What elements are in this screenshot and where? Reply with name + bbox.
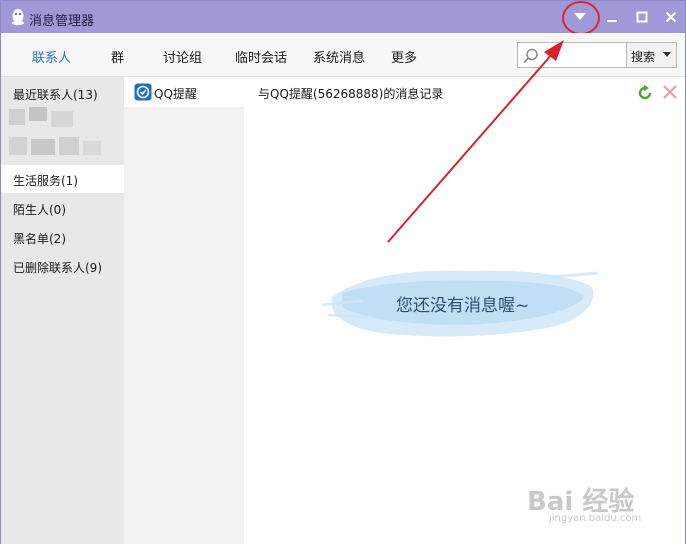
tab-groups[interactable]: 群 [111,47,124,66]
search-input[interactable] [517,42,627,68]
tab-discussion-groups[interactable]: 讨论组 [163,47,202,66]
refresh-icon[interactable] [636,84,654,102]
search-button-label: 搜索 [631,50,656,64]
baidu-watermark: Bai 经验 jingyan.baidu.com [527,481,667,527]
message-record-title: 与QQ提醒(56268888)的消息记录 [258,87,444,101]
sidebar-item-deleted-contacts[interactable]: 已删除联系人(9) [1,252,124,280]
sidebar-item-label: 已删除联系人(9) [13,261,102,275]
blurred-contacts [1,103,124,167]
maximize-button[interactable] [629,5,655,29]
tab-system-messages[interactable]: 系统消息 [313,47,365,66]
sidebar-item-blacklist[interactable]: 黑名单(2) [1,223,124,251]
tab-bar: 联系人 群 讨论组 临时会话 系统消息 更多 搜索 [1,33,685,77]
qq-reminder-icon [134,83,152,101]
qq-penguin-icon [12,9,24,26]
minimize-icon [607,20,617,22]
close-button[interactable] [658,5,684,29]
tab-temporary-sessions[interactable]: 临时会话 [235,47,287,66]
list-item[interactable]: QQ提醒 [124,77,244,107]
chevron-down-icon[interactable] [663,52,671,57]
message-manager-window: 消息管理器 联系人 群 讨论组 临时会话 系统消息 更多 搜索 最近联系人(13… [0,0,686,544]
contact-name: QQ提醒 [154,87,197,101]
annotation-highlight-circle [562,1,600,35]
category-sidebar: 最近联系人(13) 生活服务(1) 陌生人(0) 黑名单(2) 已删除联系人(9… [1,77,124,544]
tab-more[interactable]: 更多 [391,47,417,66]
sidebar-item-strangers[interactable]: 陌生人(0) [1,194,124,222]
watermark-subtext: jingyan.baidu.com [549,513,642,524]
tab-contacts[interactable]: 联系人 [32,47,71,66]
window-title: 消息管理器 [29,14,95,29]
search-button[interactable]: 搜索 [627,42,677,68]
sidebar-item-label: 陌生人(0) [13,203,66,217]
message-panel: 与QQ提醒(56268888)的消息记录 您还没有消息喔~ [244,77,685,544]
delete-icon[interactable] [662,84,678,100]
sidebar-item-label: 生活服务(1) [13,174,78,188]
empty-state-message: 您还没有消息喔~ [396,296,530,316]
title-bar[interactable]: 消息管理器 [1,1,685,35]
search-icon [523,48,538,64]
sidebar-item-label: 最近联系人(13) [13,88,98,102]
sidebar-item-life-services[interactable]: 生活服务(1) [1,165,124,193]
close-icon [665,11,677,23]
minimize-button[interactable] [599,5,625,29]
contact-list: QQ提醒 [124,77,244,544]
sidebar-item-label: 黑名单(2) [13,232,66,246]
maximize-icon [636,11,648,23]
